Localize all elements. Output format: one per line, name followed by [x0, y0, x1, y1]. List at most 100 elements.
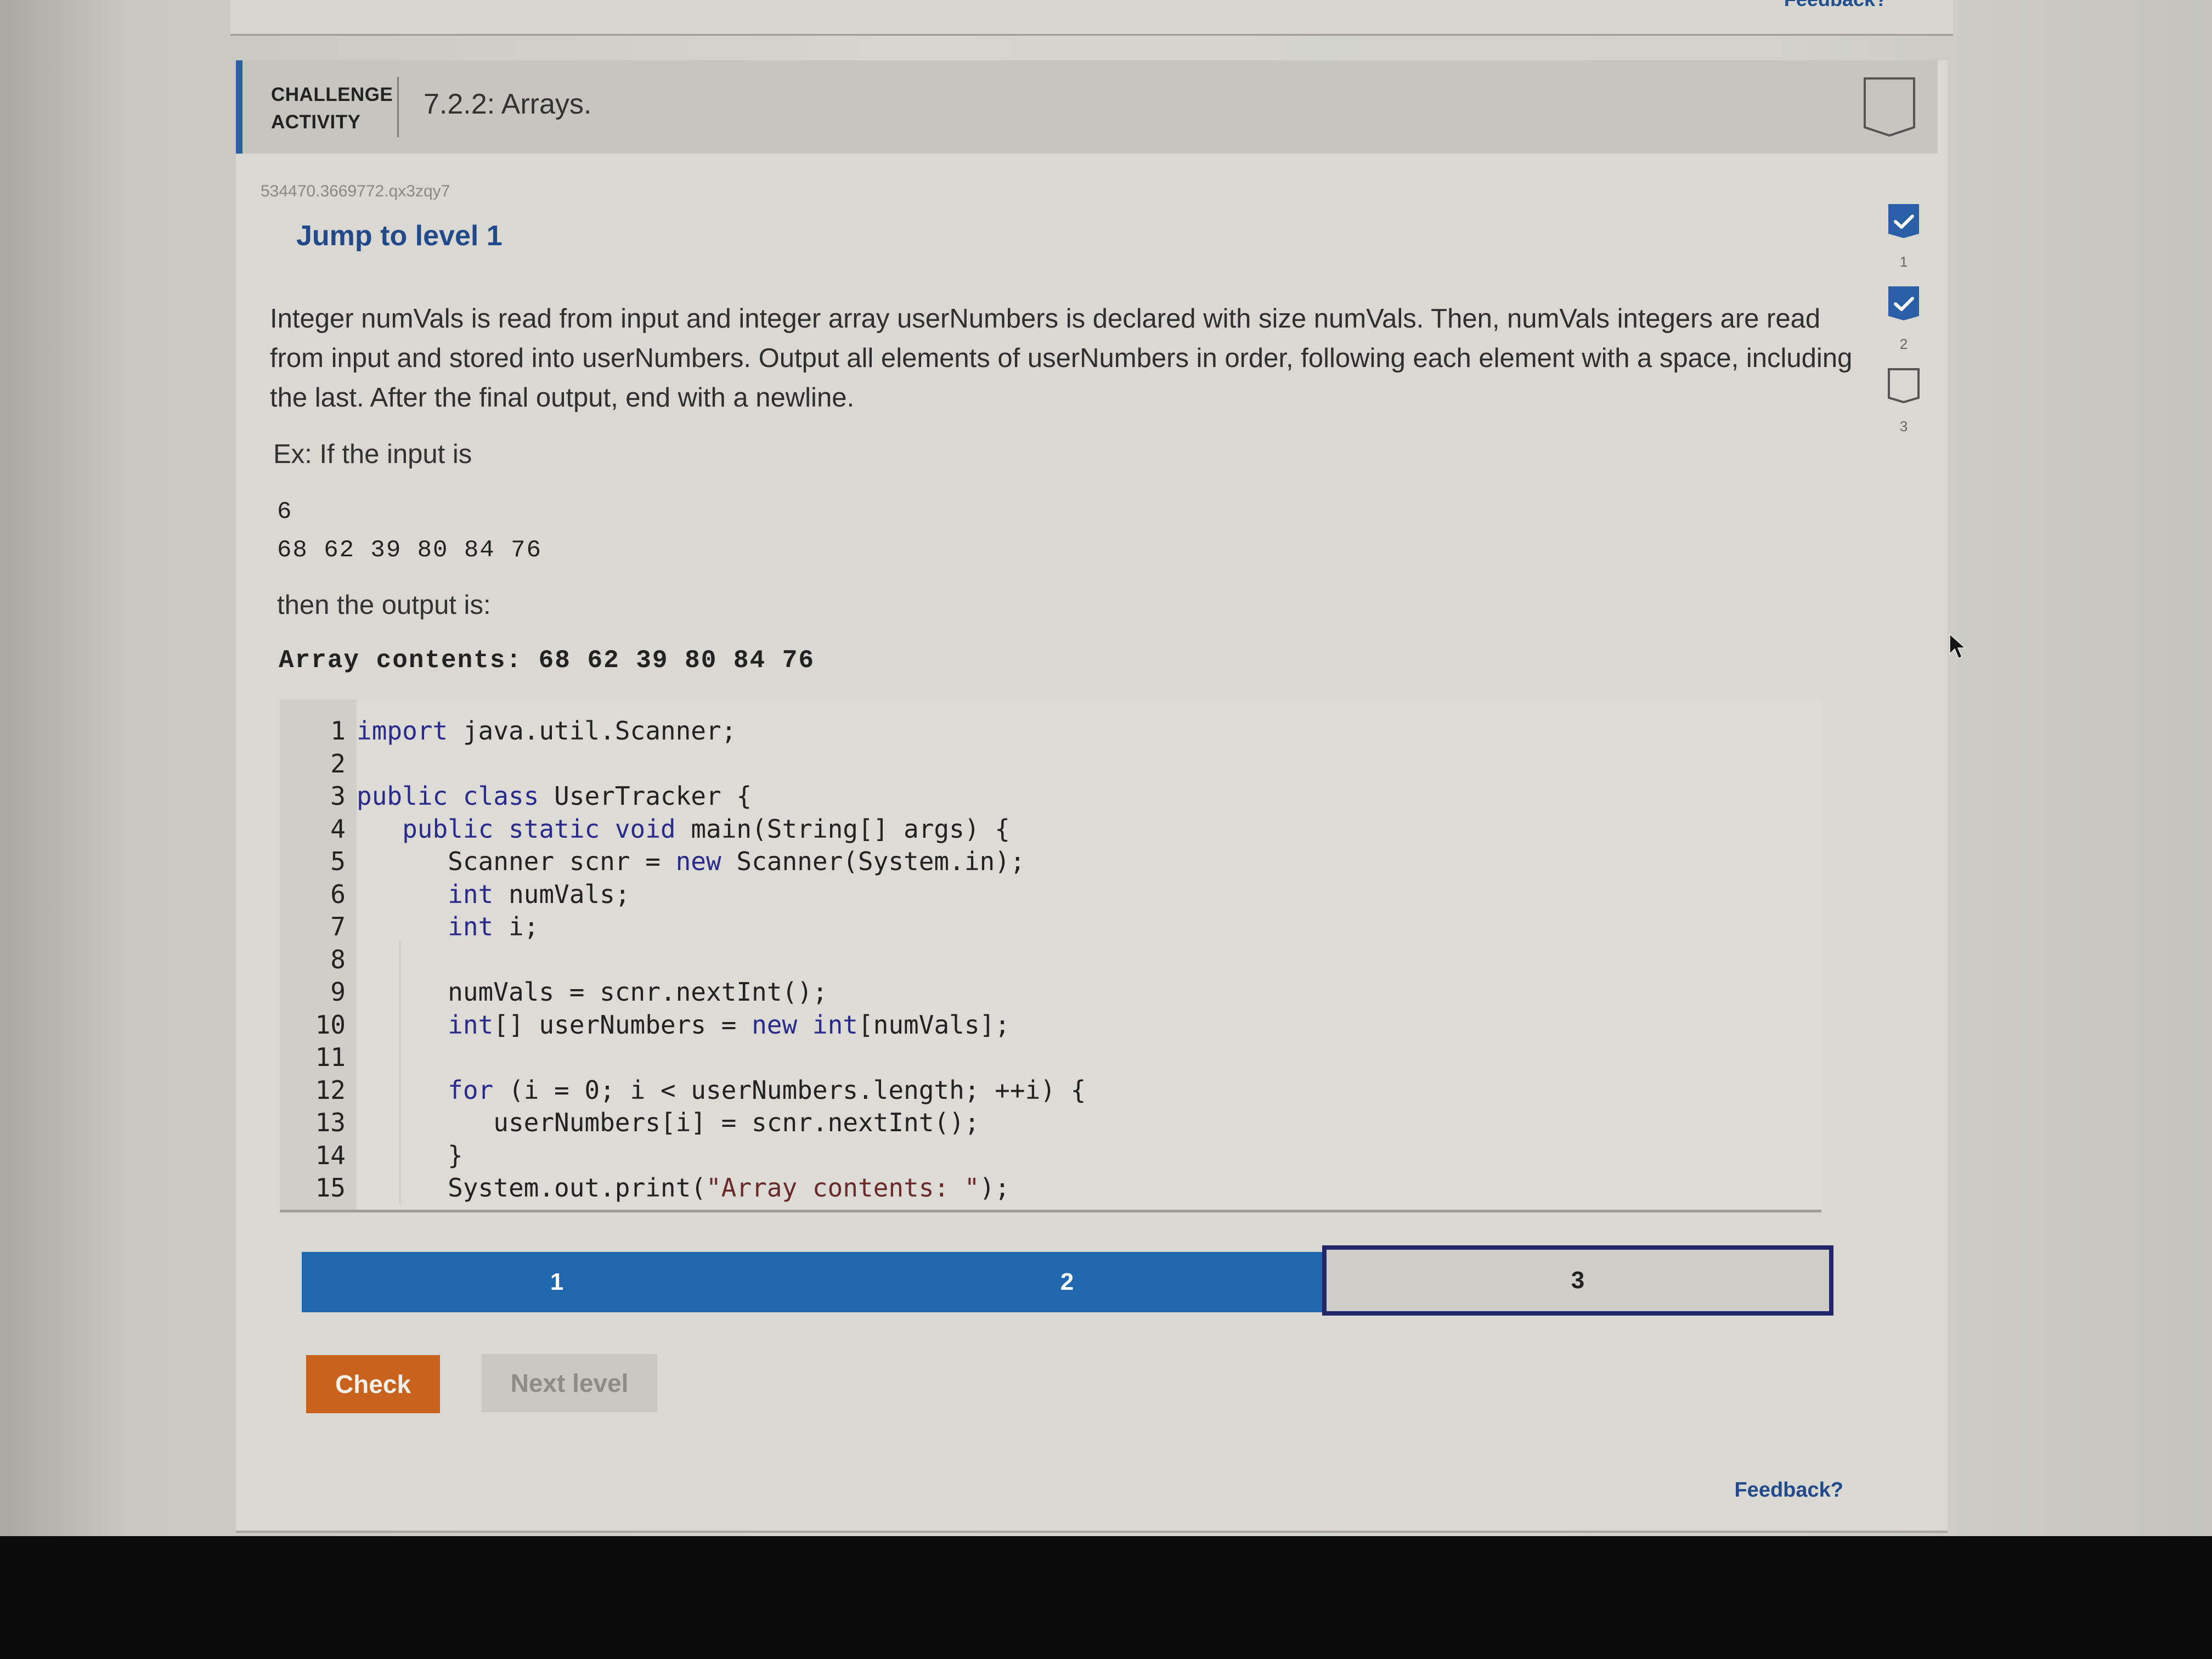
code-editor[interactable]: 1 import java.util.Scanner; 2 3 public class…: [280, 699, 1821, 1212]
line-number: 12: [315, 1075, 346, 1105]
code-token: }: [357, 1140, 463, 1170]
line-number: 7: [330, 912, 346, 941]
code-token: Scanner scnr =: [357, 847, 676, 876]
feedback-link[interactable]: Feedback?: [1734, 1479, 1843, 1502]
line-number: 5: [330, 847, 346, 876]
progress-segment-1[interactable]: 1: [302, 1252, 812, 1312]
code-text[interactable]: System.out.print("Array contents: ");: [357, 1172, 1010, 1205]
code-text[interactable]: numVals = scnr.nextInt();: [357, 976, 828, 1009]
code-text[interactable]: int numVals;: [357, 878, 630, 911]
code-line[interactable]: 14 }: [280, 1139, 1821, 1172]
keyword-token: int: [448, 912, 494, 941]
code-token: numVals;: [493, 879, 630, 909]
segment-label: 1: [550, 1268, 564, 1295]
check-button[interactable]: Check: [306, 1355, 440, 1413]
code-token: numVals = scnr.nextInt();: [357, 977, 828, 1007]
next-level-button[interactable]: Next level: [482, 1354, 657, 1412]
code-token: System.out.print(: [357, 1173, 706, 1203]
checkmark-badge-icon: [1888, 286, 1919, 320]
code-token: main(String[] args) {: [675, 814, 1010, 844]
code-token: [] userNumbers =: [493, 1009, 752, 1040]
line-number: 10: [315, 1009, 346, 1040]
code-text[interactable]: for (i = 0; i < userNumbers.length; ++i)…: [357, 1074, 1086, 1107]
code-text[interactable]: public class UserTracker {: [357, 780, 752, 813]
mouse-pointer-icon: [1949, 633, 1967, 663]
activity-id: 534470.3669772.qx3zqy7: [261, 182, 450, 200]
keyword-token: int: [812, 1009, 858, 1040]
jump-to-level-link[interactable]: Jump to level 1: [296, 219, 503, 252]
code-line[interactable]: 6 int numVals;: [280, 878, 1821, 911]
header-divider: [397, 77, 399, 137]
checkmark-badge-icon: [1888, 204, 1919, 238]
string-token: "Array contents: ": [706, 1173, 980, 1203]
level-number: 3: [1899, 418, 1908, 435]
keyword-token: int: [448, 879, 494, 909]
code-line[interactable]: 5 Scanner scnr = new Scanner(System.in);: [280, 845, 1821, 878]
activity-type-line2: ACTIVITY: [271, 111, 361, 133]
code-text[interactable]: userNumbers[i] = scnr.nextInt();: [357, 1107, 979, 1139]
line-number: 13: [315, 1108, 346, 1137]
example-intro: Ex: If the input is: [273, 439, 472, 469]
line-number: 9: [330, 977, 346, 1007]
code-line[interactable]: 2: [280, 748, 1821, 781]
keyword-token: import: [357, 716, 448, 746]
code-line[interactable]: 3 public class UserTracker {: [280, 780, 1821, 813]
activity-title: 7.2.2: Arrays.: [424, 88, 592, 120]
activity-type-label: CHALLENGE ACTIVITY: [271, 81, 393, 136]
code-text[interactable]: }: [357, 1139, 463, 1172]
line-number: 11: [315, 1042, 346, 1072]
line-number: 4: [330, 814, 346, 844]
code-token: Scanner(System.in);: [721, 847, 1025, 876]
code-text[interactable]: Scanner scnr = new Scanner(System.in);: [357, 845, 1025, 878]
code-text[interactable]: int i;: [357, 911, 539, 944]
code-token: (i = 0; i < userNumbers.length; ++i) {: [493, 1075, 1086, 1105]
code-line[interactable]: 11: [280, 1041, 1821, 1074]
example-input-line-1: 6: [277, 498, 292, 526]
code-line[interactable]: 4 public static void main(String[] args)…: [280, 813, 1821, 846]
keyword-token: int: [448, 1009, 494, 1040]
level-number: 2: [1899, 336, 1908, 352]
progress-segment-2[interactable]: 2: [812, 1252, 1322, 1312]
progress-segment-3[interactable]: 3: [1322, 1245, 1833, 1316]
code-line[interactable]: 8: [280, 944, 1821, 977]
example-input-line-2: 68 62 39 80 84 76: [277, 537, 542, 564]
code-line[interactable]: 1 import java.util.Scanner;: [280, 715, 1821, 748]
code-text[interactable]: int[] userNumbers = new int[numVals];: [357, 1009, 1010, 1042]
code-lines[interactable]: 1 import java.util.Scanner; 2 3 public class…: [280, 715, 1821, 1205]
keyword-token: new: [675, 847, 721, 876]
keyword-token: void: [614, 814, 676, 844]
previous-feedback-link[interactable]: Feedback?: [1784, 0, 1887, 11]
keyword-token: static: [508, 814, 600, 844]
code-line[interactable]: 15 System.out.print("Array contents: ");: [280, 1172, 1821, 1205]
level-indicator-3[interactable]: 3: [1882, 368, 1926, 450]
level-indicator-2[interactable]: 2: [1882, 285, 1926, 368]
line-number: 8: [330, 944, 346, 974]
code-line[interactable]: 10 int[] userNumbers = new int[numVals];: [280, 1009, 1821, 1042]
code-text[interactable]: import java.util.Scanner;: [357, 715, 736, 748]
code-text[interactable]: public static void main(String[] args) {: [357, 813, 1010, 846]
screen-bezel: [0, 1536, 2212, 1659]
code-token: );: [979, 1173, 1010, 1203]
code-line[interactable]: 12 for (i = 0; i < userNumbers.length; +…: [280, 1074, 1821, 1107]
example-output: Array contents: 68 62 39 80 84 76: [279, 646, 815, 675]
code-token: java.util.Scanner;: [448, 716, 737, 746]
code-line[interactable]: 13 userNumbers[i] = scnr.nextInt();: [280, 1107, 1821, 1139]
code-line[interactable]: 7 int i;: [280, 911, 1821, 944]
segment-label: 3: [1571, 1267, 1585, 1294]
line-number: 14: [315, 1140, 346, 1170]
level-number: 1: [1899, 253, 1908, 270]
level-indicators: 1 2 3: [1882, 203, 1926, 450]
code-token: userNumbers[i] = scnr.nextInt();: [357, 1108, 980, 1137]
code-line[interactable]: 9 numVals = scnr.nextInt();: [280, 976, 1821, 1009]
code-token: [numVals];: [857, 1009, 1010, 1040]
level-indicator-1[interactable]: 1: [1882, 203, 1926, 285]
line-number: 15: [315, 1173, 346, 1203]
activity-header: CHALLENGE ACTIVITY 7.2.2: Arrays.: [236, 60, 1938, 154]
keyword-token: class: [462, 781, 539, 811]
